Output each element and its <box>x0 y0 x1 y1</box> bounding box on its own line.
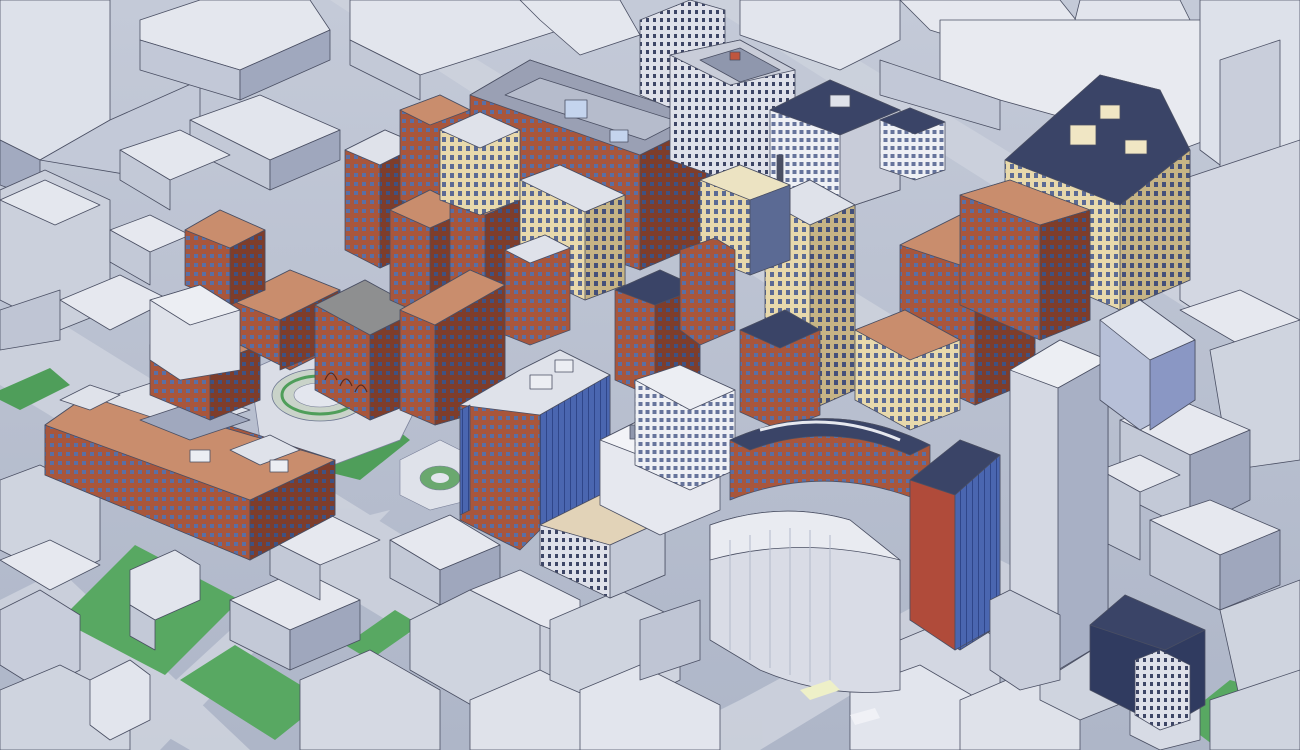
building-red-glass-tower <box>909 439 1001 651</box>
city-3d-render <box>0 0 1300 750</box>
